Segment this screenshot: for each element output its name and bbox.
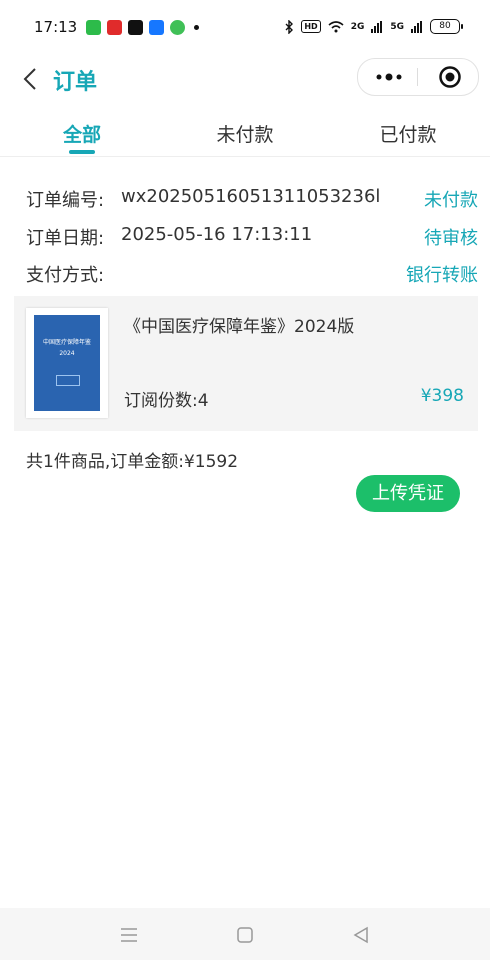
app-icon-red — [107, 20, 122, 35]
home-icon[interactable] — [234, 924, 256, 946]
active-tab-indicator — [69, 150, 95, 154]
status-bar: 17:13 HD 2G 5G 80 — [0, 0, 490, 58]
signal-2g-icon: 2G — [350, 21, 365, 32]
hd-icon: HD — [301, 20, 321, 33]
nav-bar: 订单 — [0, 58, 490, 102]
menu-icon[interactable] — [118, 924, 140, 946]
signal-bars-icon — [411, 20, 422, 33]
order-date-value: 2025-05-16 17:13:11 — [121, 224, 313, 245]
pay-method-label: 支付方式: — [26, 265, 105, 286]
status-time: 17:13 — [34, 18, 78, 36]
cover-year: 2024 — [59, 350, 75, 357]
payment-status: 未付款 — [424, 190, 478, 211]
app-icon-green — [170, 20, 185, 35]
back-nav-icon[interactable] — [350, 924, 372, 946]
bluetooth-icon — [285, 19, 294, 34]
tab-unpaid[interactable]: 未付款 — [185, 120, 305, 147]
page-title: 订单 — [53, 70, 98, 95]
order-date-label: 订单日期: — [26, 228, 105, 249]
tab-all[interactable]: 全部 — [22, 120, 142, 147]
tab-paid[interactable]: 已付款 — [348, 120, 468, 147]
alipay-icon — [149, 20, 164, 35]
wifi-icon — [328, 21, 344, 33]
notification-icons — [86, 20, 199, 35]
order-number-value: wx20250516051311053236l — [121, 186, 381, 207]
wechat-icon — [86, 20, 101, 35]
product-price: ¥398 — [420, 386, 464, 406]
product-name: 《中国医疗保障年鉴》2024版 — [124, 317, 355, 337]
signal-5g-icon: 5G — [390, 21, 404, 32]
review-status: 待审核 — [424, 228, 478, 249]
miniprogram-capsule — [357, 58, 479, 96]
cover-title: 中国医疗保障年鉴 — [42, 339, 91, 346]
more-notifications-icon — [194, 25, 199, 30]
system-nav-bar — [0, 908, 490, 960]
order-date-row: 订单日期: 2025-05-16 17:13:11 待审核 — [26, 224, 478, 250]
battery-icon: 80 — [430, 19, 463, 34]
order-tabs: 全部 未付款 已付款 — [0, 110, 490, 157]
system-icons: HD 2G 5G 80 — [284, 19, 463, 34]
product-item[interactable]: 中国医疗保障年鉴 2024 《中国医疗保障年鉴》2024版 订阅份数:4 ¥39… — [14, 296, 478, 431]
signal-bars-icon — [371, 20, 383, 33]
back-icon[interactable] — [20, 66, 42, 92]
cover-emblem — [56, 375, 80, 386]
pay-method-row: 支付方式: 银行转账 — [26, 261, 478, 287]
book-cover: 中国医疗保障年鉴 2024 — [34, 315, 100, 411]
more-icon[interactable] — [374, 68, 404, 86]
capsule-divider — [417, 68, 418, 86]
upload-voucher-button[interactable]: 上传凭证 — [356, 475, 460, 512]
close-miniprogram-icon[interactable] — [438, 65, 462, 89]
app-icon-dark — [128, 20, 143, 35]
order-number-label: 订单编号: — [26, 190, 105, 211]
product-quantity: 订阅份数:4 — [124, 391, 209, 411]
pay-method-value: 银行转账 — [406, 265, 478, 286]
order-number-row: 订单编号: wx20250516051311053236l 未付款 — [26, 186, 478, 212]
book-cover-image: 中国医疗保障年鉴 2024 — [26, 308, 108, 418]
order-summary: 共1件商品,订单金额:¥1592 — [26, 452, 239, 472]
